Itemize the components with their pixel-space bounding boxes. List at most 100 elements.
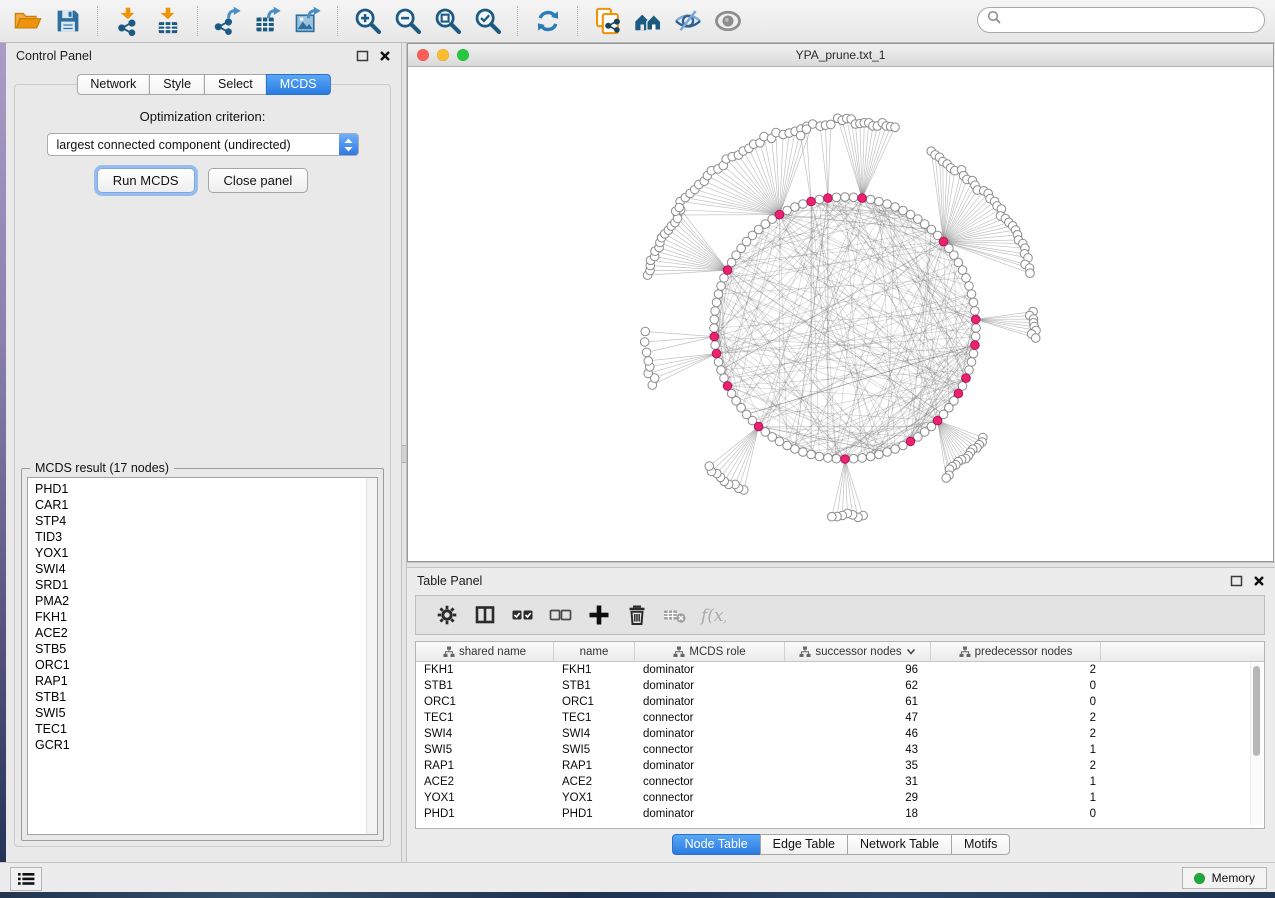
cell-MCDS-role[interactable]: connector xyxy=(635,744,785,756)
save-session-button[interactable] xyxy=(48,3,88,39)
cell-name[interactable]: PHD1 xyxy=(554,808,635,820)
export-network-button[interactable] xyxy=(208,3,248,39)
delete-column-button[interactable] xyxy=(618,599,656,631)
cell-MCDS-role[interactable]: dominator xyxy=(635,760,785,772)
cell-name[interactable]: YOX1 xyxy=(554,792,635,804)
cell-predecessor-nodes[interactable]: 1 xyxy=(931,792,1101,804)
tab-motifs[interactable]: Motifs xyxy=(951,834,1010,855)
cell-MCDS-role[interactable]: dominator xyxy=(635,664,785,676)
minimize-window-icon[interactable] xyxy=(437,49,449,61)
mcds-result-item[interactable]: ACE2 xyxy=(35,625,377,641)
mcds-result-item[interactable]: PHD1 xyxy=(35,481,377,497)
cell-predecessor-nodes[interactable]: 2 xyxy=(931,712,1101,724)
cell-shared-name[interactable]: FKH1 xyxy=(416,664,554,676)
mcds-result-list[interactable]: PHD1CAR1STP4TID3YOX1SWI4SRD1PMA2FKH1ACE2… xyxy=(27,477,378,835)
mcds-result-item[interactable]: TEC1 xyxy=(35,721,377,737)
float-panel-icon[interactable] xyxy=(1230,575,1243,587)
cell-shared-name[interactable]: PHD1 xyxy=(416,808,554,820)
show-columns-button[interactable] xyxy=(466,599,504,631)
cell-successor-nodes[interactable]: 46 xyxy=(785,728,931,740)
cell-shared-name[interactable]: RAP1 xyxy=(416,760,554,772)
cell-predecessor-nodes[interactable]: 1 xyxy=(931,744,1101,756)
mcds-result-scrollbar[interactable] xyxy=(366,478,377,834)
mcds-result-item[interactable]: SWI4 xyxy=(35,561,377,577)
mcds-result-item[interactable]: PMA2 xyxy=(35,593,377,609)
column-header-MCDS-role[interactable]: MCDS role xyxy=(635,642,785,661)
table-scrollbar[interactable] xyxy=(1250,663,1262,825)
mcds-result-item[interactable]: STB1 xyxy=(35,689,377,705)
float-panel-icon[interactable] xyxy=(356,50,369,62)
import-table-button[interactable] xyxy=(148,3,188,39)
cell-MCDS-role[interactable]: connector xyxy=(635,776,785,788)
optimization-criterion-select[interactable]: largest connected component (undirected) xyxy=(47,133,359,156)
select-all-checkboxes-button[interactable] xyxy=(504,599,542,631)
table-row[interactable]: ORC1ORC1dominator610 xyxy=(416,694,1264,710)
show-home-button[interactable] xyxy=(628,3,668,39)
mcds-result-item[interactable]: CAR1 xyxy=(35,497,377,513)
tab-mcds[interactable]: MCDS xyxy=(266,74,331,95)
memory-button[interactable]: Memory xyxy=(1182,867,1267,889)
cell-successor-nodes[interactable]: 43 xyxy=(785,744,931,756)
network-window-titlebar[interactable]: YPA_prune.txt_1 xyxy=(408,44,1273,67)
tab-edge-table[interactable]: Edge Table xyxy=(760,834,848,855)
table-row[interactable]: SWI4SWI4dominator462 xyxy=(416,726,1264,742)
table-row[interactable]: FKH1FKH1dominator962 xyxy=(416,662,1264,678)
run-mcds-button[interactable]: Run MCDS xyxy=(97,168,195,193)
cell-MCDS-role[interactable]: dominator xyxy=(635,680,785,692)
table-row[interactable]: SWI5SWI5connector431 xyxy=(416,742,1264,758)
table-row[interactable]: TEC1TEC1connector472 xyxy=(416,710,1264,726)
export-image-button[interactable] xyxy=(288,3,328,39)
cell-name[interactable]: STB1 xyxy=(554,680,635,692)
cell-successor-nodes[interactable]: 61 xyxy=(785,696,931,708)
column-header-name[interactable]: name xyxy=(554,642,635,661)
table-row[interactable]: STB1STB1dominator620 xyxy=(416,678,1264,694)
column-header-predecessor-nodes[interactable]: predecessor nodes xyxy=(931,642,1101,661)
column-header-shared-name[interactable]: shared name xyxy=(416,642,554,661)
cell-shared-name[interactable]: SWI5 xyxy=(416,744,554,756)
cell-successor-nodes[interactable]: 29 xyxy=(785,792,931,804)
zoom-fit-button[interactable] xyxy=(428,3,468,39)
import-network-button[interactable] xyxy=(108,3,148,39)
cell-shared-name[interactable]: YOX1 xyxy=(416,792,554,804)
cell-shared-name[interactable]: SWI4 xyxy=(416,728,554,740)
cell-successor-nodes[interactable]: 62 xyxy=(785,680,931,692)
column-header-successor-nodes[interactable]: successor nodes xyxy=(785,642,931,661)
mcds-result-item[interactable]: GCR1 xyxy=(35,737,377,753)
mcds-result-item[interactable]: YOX1 xyxy=(35,545,377,561)
show-panels-button[interactable] xyxy=(10,867,42,891)
add-column-button[interactable] xyxy=(580,599,618,631)
open-file-button[interactable] xyxy=(8,3,48,39)
mcds-result-item[interactable]: TID3 xyxy=(35,529,377,545)
zoom-window-icon[interactable] xyxy=(457,49,469,61)
splitter-handle[interactable] xyxy=(402,445,406,463)
close-panel-button[interactable]: Close panel xyxy=(208,168,309,193)
cell-successor-nodes[interactable]: 31 xyxy=(785,776,931,788)
cell-predecessor-nodes[interactable]: 2 xyxy=(931,664,1101,676)
deselect-all-checkboxes-button[interactable] xyxy=(542,599,580,631)
cell-MCDS-role[interactable]: connector xyxy=(635,792,785,804)
mcds-result-item[interactable]: RAP1 xyxy=(35,673,377,689)
mcds-result-item[interactable]: FKH1 xyxy=(35,609,377,625)
table-row[interactable]: YOX1YOX1connector291 xyxy=(416,790,1264,806)
tab-select[interactable]: Select xyxy=(204,74,267,95)
zoom-in-button[interactable] xyxy=(348,3,388,39)
cell-shared-name[interactable]: STB1 xyxy=(416,680,554,692)
tab-style[interactable]: Style xyxy=(149,74,205,95)
cell-name[interactable]: SWI5 xyxy=(554,744,635,756)
tab-network-table[interactable]: Network Table xyxy=(847,834,952,855)
table-row[interactable]: RAP1RAP1dominator352 xyxy=(416,758,1264,774)
network-from-file-button[interactable] xyxy=(588,3,628,39)
cell-name[interactable]: ORC1 xyxy=(554,696,635,708)
cell-name[interactable]: ACE2 xyxy=(554,776,635,788)
cell-name[interactable]: SWI4 xyxy=(554,728,635,740)
cell-predecessor-nodes[interactable]: 2 xyxy=(931,760,1101,772)
table-row[interactable]: ACE2ACE2connector311 xyxy=(416,774,1264,790)
cell-successor-nodes[interactable]: 96 xyxy=(785,664,931,676)
mcds-result-item[interactable]: ORC1 xyxy=(35,657,377,673)
cell-predecessor-nodes[interactable]: 1 xyxy=(931,776,1101,788)
search-input[interactable] xyxy=(1002,13,1264,28)
cell-successor-nodes[interactable]: 35 xyxy=(785,760,931,772)
mcds-result-item[interactable]: SWI5 xyxy=(35,705,377,721)
cell-predecessor-nodes[interactable]: 0 xyxy=(931,680,1101,692)
close-window-icon[interactable] xyxy=(417,49,429,61)
